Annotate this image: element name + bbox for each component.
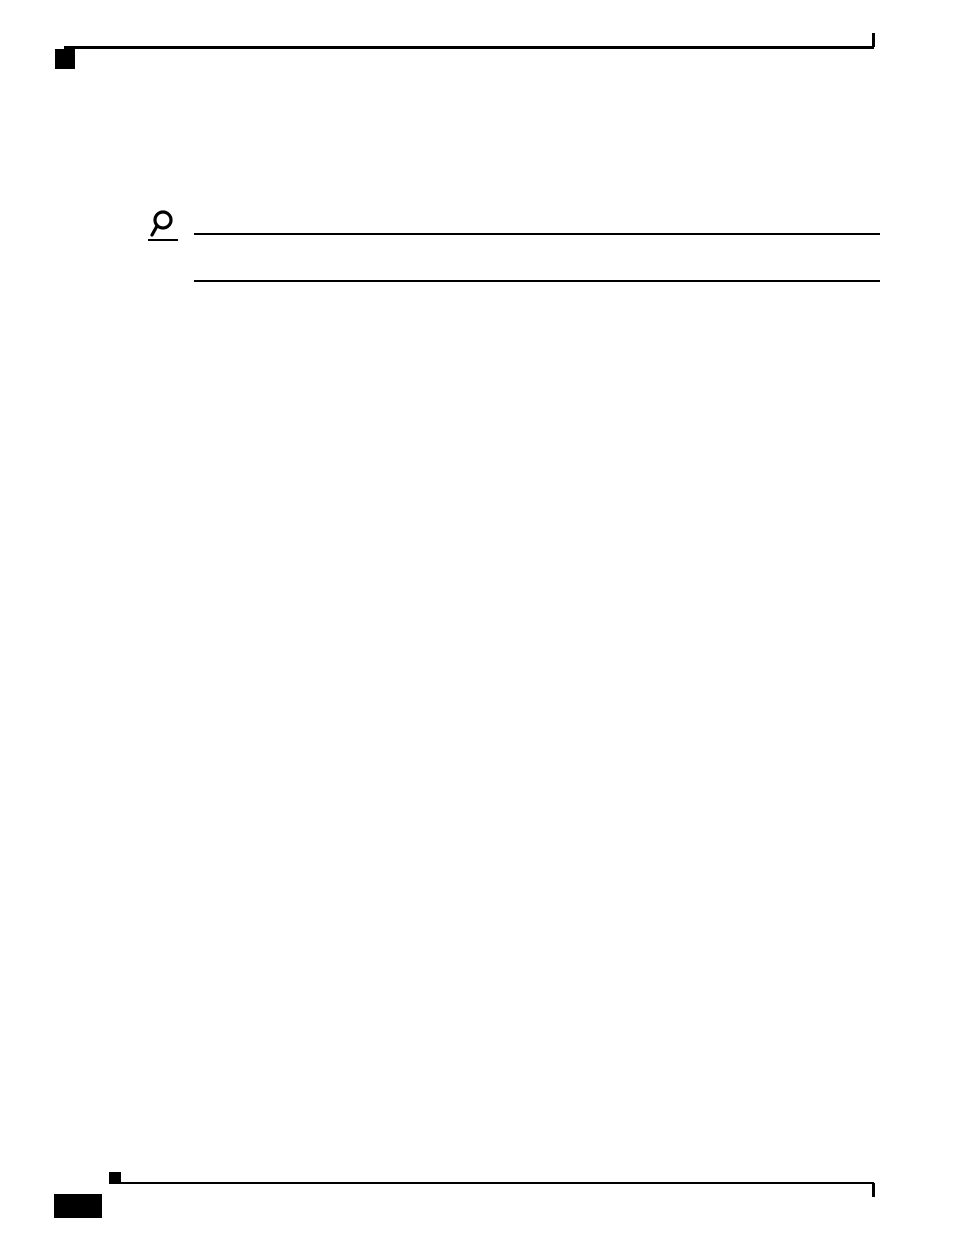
- crop-mark-top-right: [872, 33, 875, 47]
- bottom-rule: [120, 1182, 874, 1184]
- magnifier-underline: [148, 239, 178, 241]
- document-page: [0, 0, 954, 1235]
- note-rule-bottom: [194, 280, 880, 282]
- crop-mark-top-left-square: [55, 49, 75, 69]
- top-rule: [64, 46, 874, 49]
- note-rule-top: [194, 233, 880, 235]
- crop-mark-bottom-right: [872, 1183, 875, 1197]
- magnifier-icon: [150, 209, 178, 239]
- page-tab-block: [54, 1194, 102, 1218]
